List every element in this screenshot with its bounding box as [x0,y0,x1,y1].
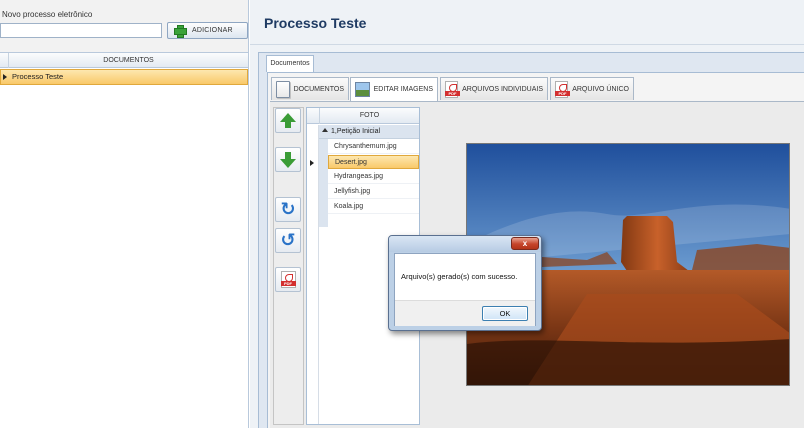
foto-column-header[interactable]: FOTO [319,108,419,124]
list-item[interactable]: Koala.jpg [328,200,419,214]
rotate-right-icon: ↻ [280,198,296,220]
list-item[interactable]: Hydrangeas.jpg [328,170,419,184]
tab-editar-imagens[interactable]: EDITAR IMAGENS [350,77,438,101]
chevron-up-icon [322,128,328,132]
new-process-label: Novo processo eletrônico [2,10,93,19]
photo-grid-header: FOTO [307,108,419,124]
tab-label: ARQUIVOS INDIVIDUAIS [462,85,543,93]
page-title: Processo Teste [264,15,367,31]
list-item[interactable]: Jellyfish.jpg [328,185,419,199]
move-up-button[interactable] [275,108,301,133]
new-process-input[interactable] [0,23,162,38]
pdf-icon [445,80,461,98]
tab-label: EDITAR IMAGENS [373,86,433,93]
rotate-right-button[interactable]: ↻ [275,197,301,222]
add-button[interactable]: ADICIONAR [167,22,248,39]
title-divider [250,44,804,45]
documents-column-header[interactable]: DOCUMENTOS [8,53,248,68]
group-row[interactable]: 1,Petição Inicial [319,125,419,139]
rotate-left-icon: ↺ [280,229,296,251]
list-item[interactable]: Chrysanthemum.jpg [328,140,419,154]
rotate-left-button[interactable]: ↺ [275,228,301,253]
tab-arquivos-individuais[interactable]: ARQUIVOS INDIVIDUAIS [440,77,548,100]
grid-gutter [307,125,319,424]
add-button-label: ADICIONAR [192,27,233,34]
tab-arquivo-unico[interactable]: ARQUIVO ÚNICO [550,77,634,100]
ok-button[interactable]: OK [482,306,528,321]
row-indicator-icon [3,74,7,80]
row-indicator-icon [310,160,314,166]
message-dialog: x Arquivo(s) gerado(s) com sucesso. OK [388,235,542,331]
process-name: Processo Teste [12,72,64,81]
tab-documentos[interactable]: Documentos [266,55,314,72]
dialog-footer: OK [395,300,535,326]
list-item-selected[interactable]: Desert.jpg [328,155,419,169]
dialog-message: Arquivo(s) gerado(s) com sucesso. [401,272,518,281]
left-pane: Novo processo eletrônico ADICIONAR DOCUM… [0,0,249,428]
tab-label: ARQUIVO ÚNICO [572,85,629,93]
move-down-button[interactable] [275,147,301,172]
dialog-body: Arquivo(s) gerado(s) com sucesso. OK [394,253,536,326]
pdf-icon [280,271,296,288]
group-label: 1,Petição Inicial [331,128,381,135]
arrow-up-icon [280,113,296,128]
pdf-icon [555,80,571,98]
arrow-down-icon [280,152,296,168]
group-indent [319,139,328,227]
image-icon [355,82,370,97]
generate-pdf-button[interactable] [275,267,301,292]
plus-icon [174,25,187,38]
table-row[interactable]: Processo Teste [0,69,248,85]
tab-label: DOCUMENTOS [293,85,344,93]
close-button[interactable]: x [511,237,539,250]
document-icon [276,80,290,98]
tab-documentos-list[interactable]: DOCUMENTOS [271,77,349,100]
documents-grid: DOCUMENTOS Processo Teste [0,52,248,428]
documents-grid-header: DOCUMENTOS [0,53,248,68]
